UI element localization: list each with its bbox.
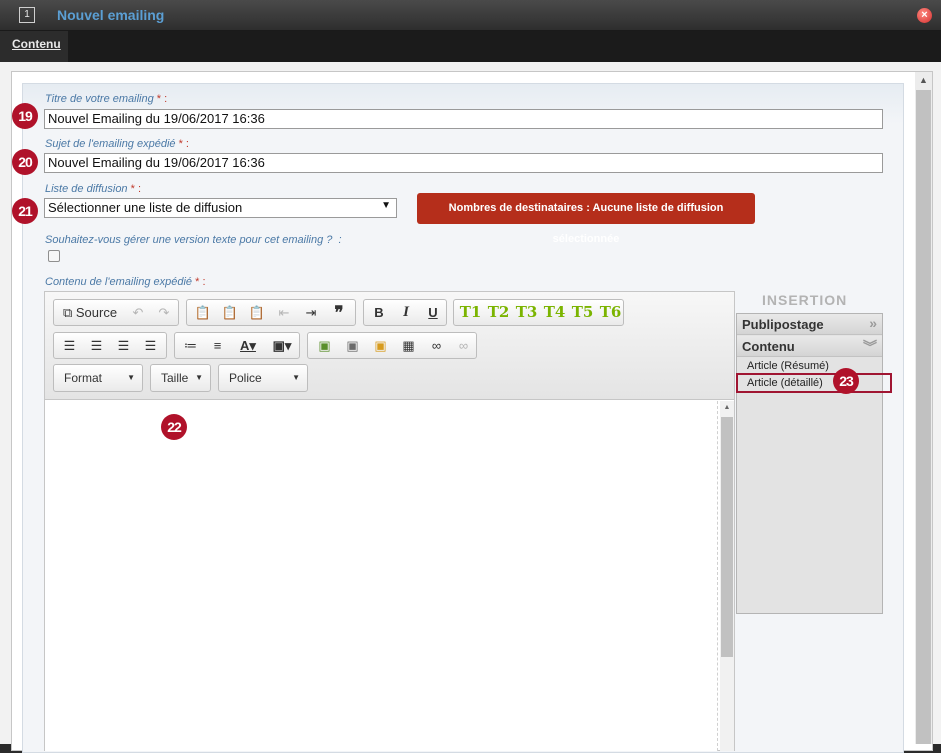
tab-bar: Contenu — [0, 31, 941, 62]
sujet-label: Sujet de l'emailing expédié * : — [45, 138, 189, 150]
editor-content-area[interactable] — [45, 401, 718, 751]
blockquote-icon[interactable]: ❞ — [325, 300, 353, 325]
bulleted-list-icon[interactable]: ≡ — [204, 333, 231, 358]
title-bar: 1 Nouvel emailing × — [0, 0, 941, 31]
scroll-thumb[interactable] — [916, 90, 931, 744]
chevron-down-icon: ▼ — [292, 373, 300, 382]
toolbar-group-lists: ≔ ≡ A▾ ▣▾ — [174, 332, 300, 359]
step-badge-20: 20 — [12, 149, 38, 175]
destinataires-button[interactable]: Nombres de destinataires : Aucune liste … — [417, 193, 755, 245]
page-scrollbar[interactable]: ▲ — [915, 72, 932, 744]
editor-scrollbar[interactable]: ▲ — [720, 401, 734, 751]
chevron-down-icon: ▼ — [127, 373, 135, 382]
editor-scroll-up-icon[interactable]: ▲ — [720, 401, 734, 415]
toolbar-group-style: B I U — [363, 299, 447, 326]
scroll-up-icon[interactable]: ▲ — [915, 72, 932, 89]
text-color-icon[interactable]: A▾ — [233, 333, 263, 358]
toolbar-group-clipboard: 📋 📋 📋 ⇤ ⇥ ❞ — [186, 299, 356, 326]
rich-text-editor: ⧉ Source ↶ ↷ 📋 📋 📋 ⇤ ⇥ ❞ B I U T1 T2 T3 … — [44, 291, 735, 751]
align-center-icon[interactable]: ☰ — [83, 333, 110, 358]
toolbar-group-insert: ▣ ▣ ▣ ▦ ∞ ∞ — [307, 332, 477, 359]
window-title: Nouvel emailing — [57, 7, 165, 23]
chevron-down-icon: ▼ — [195, 373, 203, 382]
close-icon[interactable]: × — [917, 8, 932, 23]
italic-icon[interactable]: I — [393, 300, 419, 325]
step-badge-22: 22 — [161, 414, 187, 440]
heading-5-icon[interactable]: T5 — [569, 300, 596, 325]
step-badge-23: 23 — [833, 368, 859, 394]
paste-text-icon[interactable]: 📋 — [217, 300, 243, 325]
editor-toolbar: ⧉ Source ↶ ↷ 📋 📋 📋 ⇤ ⇥ ❞ B I U T1 T2 T3 … — [45, 292, 734, 400]
taille-dropdown[interactable]: Taille ▼ — [150, 364, 211, 392]
undo-icon[interactable]: ↶ — [126, 300, 150, 325]
heading-6-icon[interactable]: T6 — [597, 300, 624, 325]
insertion-title: INSERTION — [762, 292, 848, 308]
heading-1-icon[interactable]: T1 — [457, 300, 484, 325]
double-chevron-right-icon: » — [869, 315, 877, 331]
tab-contenu[interactable]: Contenu — [0, 31, 68, 62]
liste-select-value: Sélectionner une liste de diffusion — [48, 200, 243, 215]
redo-icon[interactable]: ↷ — [152, 300, 176, 325]
paste-word-icon[interactable]: 📋 — [244, 300, 270, 325]
police-dropdown-label: Police — [229, 371, 262, 385]
unlink-icon[interactable]: ∞ — [451, 333, 476, 358]
align-left-icon[interactable]: ☰ — [56, 333, 83, 358]
format-dropdown-label: Format — [64, 371, 103, 385]
dropdown-arrow-icon: ▼ — [381, 200, 391, 211]
section-contenu-label: Contenu — [742, 339, 795, 354]
double-chevron-down-icon: ︾ — [863, 339, 877, 355]
align-justify-icon[interactable]: ☰ — [137, 333, 164, 358]
contenu-label: Contenu de l'emailing expédié * : — [45, 276, 206, 288]
editor-scroll-thumb[interactable] — [721, 417, 733, 657]
heading-3-icon[interactable]: T3 — [513, 300, 540, 325]
taille-dropdown-label: Taille — [161, 371, 189, 385]
highlight-article-detaille — [736, 373, 892, 393]
liste-select[interactable]: Sélectionner une liste de diffusion ▼ — [44, 198, 397, 218]
insert-table-icon[interactable]: ▦ — [395, 333, 422, 358]
section-contenu[interactable]: Contenu ︾ — [737, 336, 882, 357]
sujet-input[interactable]: Nouvel Emailing du 19/06/2017 16:36 — [44, 153, 883, 173]
heading-4-icon[interactable]: T4 — [541, 300, 568, 325]
police-dropdown[interactable]: Police ▼ — [218, 364, 308, 392]
version-texte-label: Souhaitez-vous gérer une version texte p… — [45, 234, 342, 246]
outdent-icon[interactable]: ⇤ — [271, 300, 297, 325]
toolbar-group-align: ☰ ☰ ☰ ☰ — [53, 332, 167, 359]
insert-link-icon[interactable]: ∞ — [423, 333, 450, 358]
section-publipostage[interactable]: Publipostage » — [737, 314, 882, 335]
insert-image-icon[interactable]: ▣ — [311, 333, 338, 358]
step-badge-19: 19 — [12, 103, 38, 129]
insert-file-icon[interactable]: ▣ — [367, 333, 394, 358]
paste-icon[interactable]: 📋 — [190, 300, 216, 325]
heading-2-icon[interactable]: T2 — [485, 300, 512, 325]
toolbar-group-headings: T1 T2 T3 T4 T5 T6 — [453, 299, 624, 326]
window-icon: 1 — [19, 7, 35, 23]
source-icon: ⧉ — [62, 305, 73, 320]
step-badge-21: 21 — [12, 198, 38, 224]
section-publipostage-label: Publipostage — [742, 317, 824, 332]
bold-icon[interactable]: B — [366, 300, 392, 325]
format-dropdown[interactable]: Format ▼ — [53, 364, 143, 392]
emailing-window: 1 Nouvel emailing × Contenu ▲ Titre de v… — [0, 0, 941, 753]
insertion-panel: Publipostage » Contenu ︾ Article (Résumé… — [736, 313, 883, 614]
underline-icon[interactable]: U — [420, 300, 446, 325]
align-right-icon[interactable]: ☰ — [110, 333, 137, 358]
insert-media-icon[interactable]: ▣ — [339, 333, 366, 358]
numbered-list-icon[interactable]: ≔ — [177, 333, 204, 358]
source-label: Source — [75, 305, 118, 320]
source-button[interactable]: ⧉ Source — [58, 300, 122, 325]
liste-label: Liste de diffusion * : — [45, 183, 142, 195]
indent-icon[interactable]: ⇥ — [298, 300, 324, 325]
titre-label: Titre de votre emailing * : — [45, 93, 168, 105]
toolbar-group-source: ⧉ Source ↶ ↷ — [53, 299, 179, 326]
titre-input[interactable]: Nouvel Emailing du 19/06/2017 16:36 — [44, 109, 883, 129]
background-color-icon[interactable]: ▣▾ — [266, 333, 298, 358]
version-texte-checkbox[interactable] — [48, 250, 60, 262]
insert-article-resume[interactable]: Article (Résumé) — [747, 360, 829, 372]
